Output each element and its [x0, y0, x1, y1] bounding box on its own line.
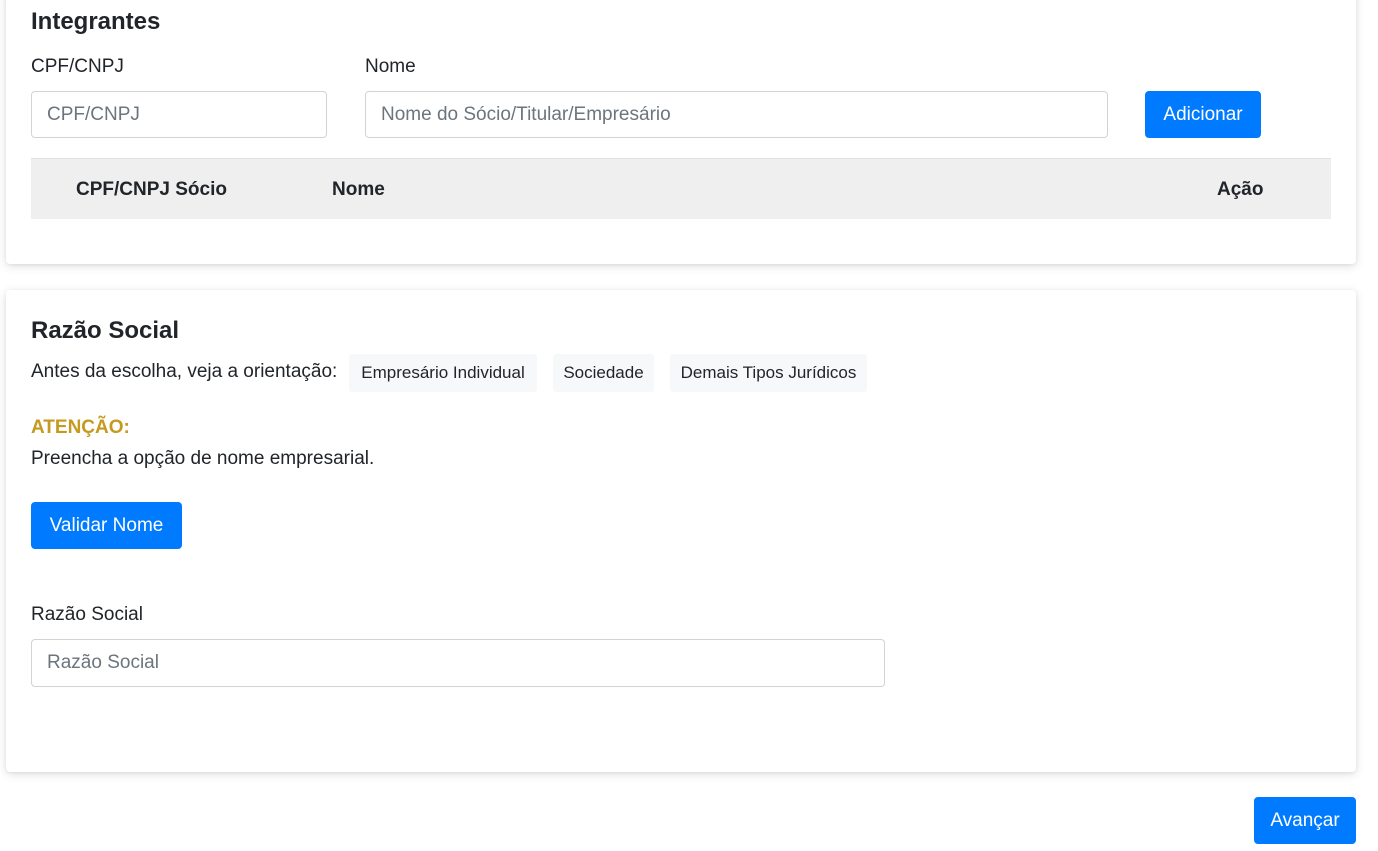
integrantes-card: Integrantes CPF/CNPJ Nome Adicionar CPF/… — [6, 0, 1356, 264]
razao-social-input[interactable] — [31, 639, 885, 687]
add-button[interactable]: Adicionar — [1145, 91, 1261, 138]
next-button[interactable]: Avançar — [1254, 797, 1356, 844]
cpf-label: CPF/CNPJ — [31, 56, 124, 77]
razao-social-title: Razão Social — [31, 317, 180, 344]
nome-input[interactable] — [365, 91, 1108, 138]
attention-label: ATENÇÃO: — [31, 417, 130, 438]
orientation-text: Antes da escolha, veja a orientação: — [31, 361, 338, 382]
column-header-nome: Nome — [332, 179, 385, 200]
column-header-cpf: CPF/CNPJ Sócio — [76, 179, 227, 200]
integrantes-title: Integrantes — [31, 8, 161, 35]
cpf-input[interactable] — [31, 91, 327, 138]
orientation-link-empresario-individual[interactable]: Empresário Individual — [349, 354, 537, 392]
razao-social-label: Razão Social — [31, 604, 143, 625]
orientation-link-demais-tipos[interactable]: Demais Tipos Jurídicos — [670, 354, 867, 392]
orientation-link-sociedade[interactable]: Sociedade — [553, 354, 654, 392]
integrantes-table-header: CPF/CNPJ Sócio Nome Ação — [31, 158, 1331, 219]
razao-social-card: Razão Social Antes da escolha, veja a or… — [6, 290, 1356, 772]
attention-text: Preencha a opção de nome empresarial. — [31, 448, 375, 469]
column-header-acao: Ação — [1217, 179, 1264, 200]
nome-label: Nome — [365, 56, 416, 77]
validate-name-button[interactable]: Validar Nome — [31, 502, 182, 549]
